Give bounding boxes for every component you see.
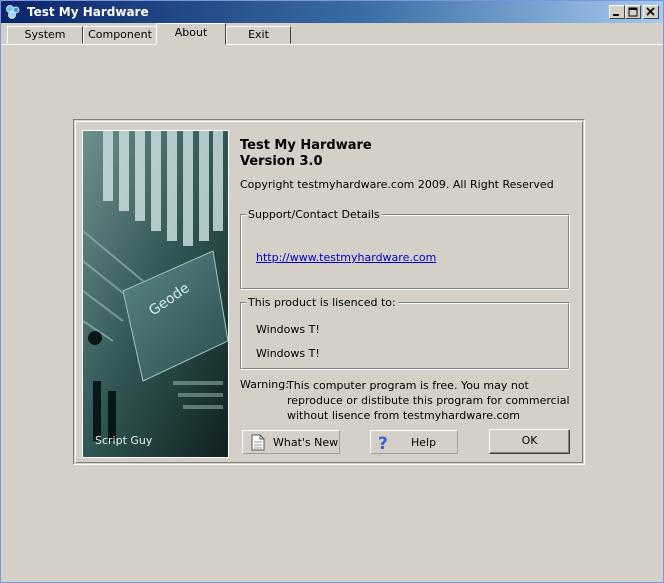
support-group: Support/Contact Details http://www.testm…: [240, 208, 570, 290]
help-label: Help: [411, 436, 437, 449]
whats-new-label: What's New: [273, 436, 339, 449]
licensee-org: Windows T!: [256, 347, 320, 360]
licensee-name: Windows T!: [256, 323, 320, 336]
tab-exit[interactable]: Exit: [226, 26, 291, 44]
image-caption: Script Guy: [95, 434, 153, 447]
motherboard-image: Geode: [83, 131, 228, 457]
about-panel: Geode Script Guy Test My Hardware Versio…: [73, 119, 585, 465]
close-icon: [646, 7, 655, 16]
license-group: This product is lisenced to: Windows T! …: [240, 296, 570, 370]
tab-panel-border: [1, 44, 663, 45]
tab-system[interactable]: System: [7, 26, 83, 44]
minimize-icon: [613, 14, 619, 16]
warning-label: Warning:: [240, 378, 289, 391]
tab-component[interactable]: Component: [83, 26, 157, 44]
app-icon: [6, 5, 20, 19]
ok-button[interactable]: OK: [489, 429, 570, 454]
support-legend: Support/Contact Details: [246, 208, 382, 221]
license-legend: This product is lisenced to:: [246, 296, 398, 309]
minimize-button[interactable]: [609, 5, 625, 19]
help-button[interactable]: ? Help: [370, 430, 458, 454]
maximize-icon: [628, 7, 638, 17]
copyright-text: Copyright testmyhardware.com 2009. All R…: [240, 178, 554, 191]
hardware-photo: Geode Script Guy: [82, 130, 229, 458]
product-name: Test My Hardware: [240, 138, 372, 153]
main-window: Test My Hardware System Component About …: [0, 0, 664, 583]
title-bar[interactable]: Test My Hardware: [1, 1, 663, 23]
close-button[interactable]: [643, 5, 659, 19]
svg-text:?: ?: [378, 434, 388, 452]
product-version: Version 3.0: [240, 154, 323, 169]
tab-about[interactable]: About: [156, 23, 226, 45]
window-title: Test My Hardware: [27, 5, 149, 19]
tab-strip: System Component About Exit: [1, 23, 663, 45]
help-icon: ?: [378, 434, 388, 452]
whats-new-button[interactable]: What's New: [242, 430, 340, 454]
document-icon: [251, 434, 265, 451]
website-link[interactable]: http://www.testmyhardware.com: [256, 251, 436, 264]
maximize-button[interactable]: [625, 5, 641, 19]
warning-text: This computer program is free. You may n…: [287, 379, 570, 422]
